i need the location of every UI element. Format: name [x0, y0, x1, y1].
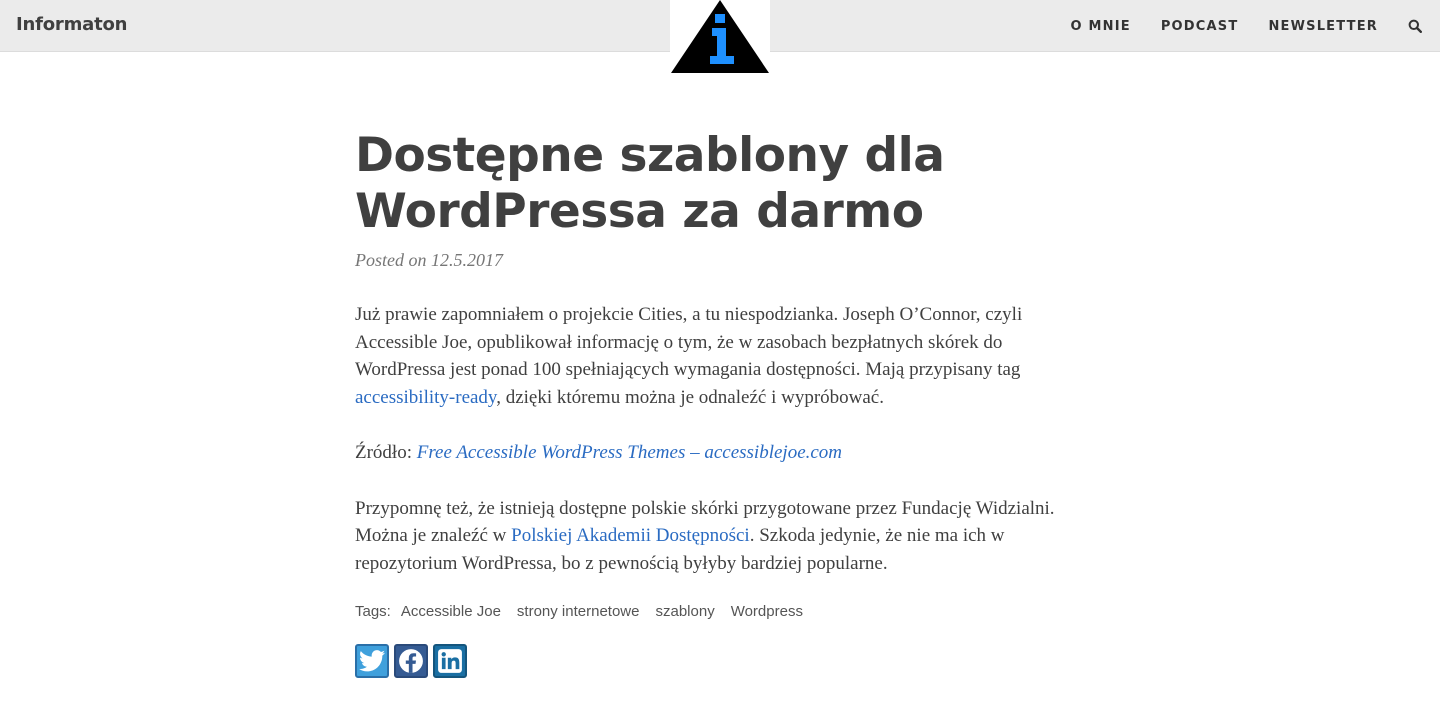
share-linkedin-button[interactable]: [433, 644, 467, 678]
post-content: Dostępne szablony dla WordPressa za darm…: [355, 128, 1085, 678]
post-title-line-1: Dostępne szablony dla: [355, 128, 945, 183]
paragraph-3: Przypomnę też, że istnieją dostępne pols…: [355, 495, 1085, 578]
tag-link[interactable]: Accessible Joe: [401, 603, 501, 620]
tag-link[interactable]: strony internetowe: [517, 603, 640, 620]
nav-item-newsletter[interactable]: NEWSLETTER: [1268, 19, 1378, 34]
post-date-link[interactable]: 12.5.2017: [431, 250, 503, 270]
nav-item-o-mnie[interactable]: O MNIE: [1071, 19, 1131, 34]
posted-on-label: Posted on: [355, 250, 427, 270]
info-triangle-logo-icon: [671, 0, 769, 73]
akademia-dostepnosci-link[interactable]: Polskiej Akademii Dostępności: [511, 525, 750, 546]
main-nav: O MNIE PODCAST NEWSLETTER: [1071, 0, 1440, 52]
nav-item-podcast[interactable]: PODCAST: [1161, 19, 1239, 34]
site-header: Informaton O MNIE PODCAST NEWSLETTER: [0, 0, 1440, 76]
tag-link[interactable]: szablony: [656, 603, 715, 620]
twitter-icon: [359, 650, 385, 672]
source-link[interactable]: Free Accessible WordPress Themes – acces…: [417, 442, 842, 463]
site-title-link[interactable]: Informaton: [16, 14, 127, 35]
share-facebook-button[interactable]: [394, 644, 428, 678]
tags-label: Tags:: [355, 603, 391, 620]
paragraph-1-text-a: Już prawie zapomniałem o projekcie Citie…: [355, 304, 1023, 380]
post-body: Już prawie zapomniałem o projekcie Citie…: [355, 301, 1085, 577]
site-logo[interactable]: [670, 0, 770, 76]
accessibility-ready-link[interactable]: accessibility-ready: [355, 387, 496, 408]
source-label: Źródło:: [355, 442, 417, 463]
paragraph-1-text-b: , dzięki któremu można je odnaleźć i wyp…: [496, 386, 884, 408]
search-icon: [1408, 19, 1422, 33]
post-title: Dostępne szablony dla WordPressa za darm…: [355, 128, 1085, 240]
post-meta: Posted on 12.5.2017: [355, 250, 1085, 271]
share-buttons: [355, 644, 1085, 678]
post-tags: Tags: Accessible Joe strony internetowe …: [355, 603, 1085, 620]
paragraph-1: Już prawie zapomniałem o projekcie Citie…: [355, 301, 1085, 411]
facebook-icon: [399, 649, 423, 673]
tag-link[interactable]: Wordpress: [731, 603, 803, 620]
source-paragraph: Źródło: Free Accessible WordPress Themes…: [355, 439, 1085, 467]
search-button[interactable]: [1408, 19, 1422, 33]
post-title-line-2: WordPressa za darmo: [355, 184, 924, 239]
linkedin-icon: [438, 649, 462, 673]
share-twitter-button[interactable]: [355, 644, 389, 678]
